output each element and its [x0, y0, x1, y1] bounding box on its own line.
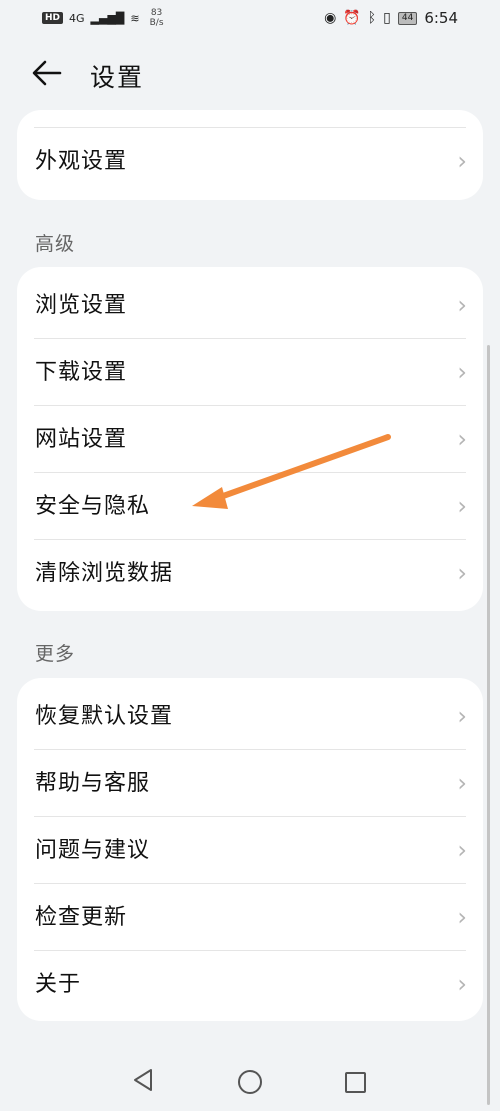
- wifi-icon: ≋: [130, 11, 140, 25]
- settings-item-label: 网站设置: [35, 427, 128, 452]
- nav-home-icon[interactable]: [238, 1070, 262, 1094]
- settings-item-label: 下载设置: [35, 360, 128, 385]
- section-title-more: 更多: [35, 643, 76, 665]
- back-button[interactable]: [30, 56, 70, 96]
- settings-item-clear-data[interactable]: 清除浏览数据 ›: [17, 540, 483, 607]
- chevron-right-icon: ›: [457, 291, 467, 319]
- settings-item-label: 问题与建议: [35, 838, 151, 863]
- system-nav-bar: [0, 1050, 500, 1111]
- settings-item-about[interactable]: 关于 ›: [17, 951, 483, 1018]
- alarm-icon: ⏰: [343, 10, 361, 26]
- settings-item-download[interactable]: 下载设置 ›: [17, 339, 483, 406]
- chevron-right-icon: ›: [457, 970, 467, 998]
- scrollbar[interactable]: [487, 345, 490, 1105]
- settings-item-label: 恢复默认设置: [35, 704, 174, 729]
- settings-item-reset[interactable]: 恢复默认设置 ›: [17, 683, 483, 750]
- card-advanced: 浏览设置 › 下载设置 › 网站设置 › 安全与隐私 › 清除浏览数据 ›: [17, 267, 483, 611]
- settings-item-label: 安全与隐私: [35, 494, 151, 519]
- card-more: 恢复默认设置 › 帮助与客服 › 问题与建议 › 检查更新 › 关于 ›: [17, 678, 483, 1021]
- settings-item-label: 帮助与客服: [35, 771, 151, 796]
- settings-item-label: 浏览设置: [35, 293, 128, 318]
- settings-item-label: 检查更新: [35, 905, 128, 930]
- settings-item-feedback[interactable]: 问题与建议 ›: [17, 817, 483, 884]
- settings-item-appearance[interactable]: 外观设置 ›: [17, 128, 483, 195]
- chevron-right-icon: ›: [457, 769, 467, 797]
- net-speed-value: 83: [150, 8, 163, 18]
- hd-badge: HD: [42, 12, 64, 24]
- chevron-right-icon: ›: [457, 559, 467, 587]
- settings-item-site[interactable]: 网站设置 ›: [17, 406, 483, 473]
- settings-item-update[interactable]: 检查更新 ›: [17, 884, 483, 951]
- settings-item-label: 外观设置: [35, 149, 128, 174]
- net-speed: 83 B/s: [150, 8, 164, 28]
- settings-item-browse[interactable]: 浏览设置 ›: [17, 272, 483, 339]
- section-title-advanced: 高级: [35, 233, 76, 255]
- eye-icon: ◉: [324, 10, 337, 26]
- signal-icon: ▂▄▆█: [90, 11, 125, 25]
- vibrate-icon: ▯: [383, 10, 391, 26]
- chevron-right-icon: ›: [457, 147, 467, 175]
- nav-back-icon[interactable]: [132, 1068, 154, 1092]
- nav-recent-icon[interactable]: [345, 1072, 366, 1093]
- card-appearance: 外观设置 ›: [17, 110, 483, 200]
- chevron-right-icon: ›: [457, 702, 467, 730]
- status-bar: HD 4G ▂▄▆█ ≋ 83 B/s ◉ ⏰ ᛒ ▯ 44 6:54: [0, 0, 500, 36]
- page-title: 设置: [90, 63, 145, 92]
- arrow-left-icon: [32, 60, 62, 86]
- chevron-right-icon: ›: [457, 903, 467, 931]
- bluetooth-icon: ᛒ: [367, 10, 377, 26]
- app-header: 设置: [0, 50, 500, 98]
- chevron-right-icon: ›: [457, 425, 467, 453]
- settings-item-security-privacy[interactable]: 安全与隐私 ›: [17, 473, 483, 540]
- chevron-right-icon: ›: [457, 492, 467, 520]
- settings-item-label: 清除浏览数据: [35, 561, 174, 586]
- status-time: 6:54: [424, 9, 458, 27]
- chevron-right-icon: ›: [457, 358, 467, 386]
- net-speed-unit: B/s: [149, 18, 164, 28]
- chevron-right-icon: ›: [457, 836, 467, 864]
- status-right: ◉ ⏰ ᛒ ▯ 44 6:54: [324, 9, 458, 27]
- settings-item-label: 关于: [35, 972, 82, 997]
- status-left: HD 4G ▂▄▆█ ≋ 83 B/s: [42, 8, 164, 28]
- battery-icon: 44: [397, 11, 418, 25]
- network-type: 4G: [69, 11, 85, 25]
- settings-item-help[interactable]: 帮助与客服 ›: [17, 750, 483, 817]
